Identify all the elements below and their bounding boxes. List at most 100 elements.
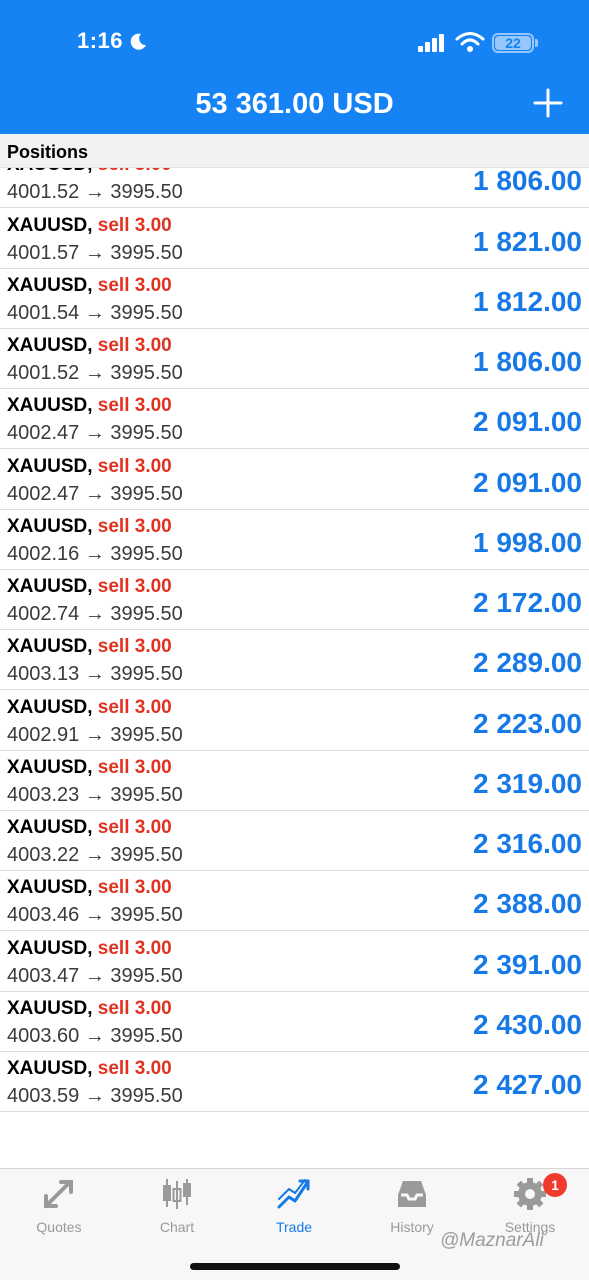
profit-value: 2 223.00 [473,708,582,739]
symbol: XAUUSD, [7,275,93,296]
position-row[interactable]: XAUUSD, sell 3.00 4002.91 → 3995.50 2 223.… [0,691,589,751]
profit-value: 2 427.00 [473,1069,582,1100]
positions-title: Positions [7,142,89,162]
profit-value: 2 316.00 [473,828,582,859]
symbol: XAUUSD, [7,576,93,597]
symbol: XAUUSD, [7,636,93,657]
trade-icon [277,1179,310,1209]
battery-level: 22 [495,36,531,50]
symbol: XAUUSD, [7,1058,93,1079]
trade-side: sell 3.00 [97,395,172,416]
position-row[interactable]: XAUUSD, sell 3.00 4002.74 → 3995.50 2 172.… [0,570,589,630]
position-row[interactable]: XAUUSD, sell 3.00 4002.47 → 3995.50 2 091.… [0,450,589,510]
symbol: XAUUSD, [7,877,93,898]
position-row[interactable]: XAUUSD, sell 3.00 4003.59 → 3995.50 2 427.… [0,1052,589,1112]
price-range: 4003.22 → 3995.50 [7,844,183,866]
position-row[interactable]: XAUUSD, sell 3.00 4002.47 → 3995.50 2 091.… [0,389,589,449]
chart-icon [163,1179,191,1209]
position-row[interactable]: XAUUSD, sell 3.00 4003.23 → 3995.50 2 319.… [0,751,589,811]
position-row[interactable]: XAUUSD, sell 3.00 4001.57 → 3995.50 1 821.… [0,209,589,269]
trade-side: sell 3.00 [97,877,172,898]
profit-value: 1 812.00 [473,286,582,317]
signal-icon [418,34,444,52]
tab-history[interactable]: History [353,1177,471,1237]
price-range: 4001.57 → 3995.50 [7,242,183,264]
watermark: @MaznarAli [440,1230,544,1251]
tab-quotes[interactable]: Quotes [0,1177,118,1237]
position-row[interactable]: XAUUSD, sell 3.00 4003.22 → 3995.50 2 316.… [0,811,589,871]
positions-list[interactable]: XAUUSD, sell 3.00 4001.52 → 3995.50 1 806.… [0,148,589,1168]
wifi-icon [455,32,485,52]
price-range: 4002.47 → 3995.50 [7,422,183,444]
price-range: 4002.91 → 3995.50 [7,724,183,746]
price-range: 4003.60 → 3995.50 [7,1025,183,1047]
price-range: 4002.16 → 3995.50 [7,543,183,565]
account-balance: 53 361.00 USD [195,88,394,120]
profit-value: 1 806.00 [473,346,582,377]
top-header: 1:16 22 53 361.00 USD [0,0,589,134]
profit-value: 2 319.00 [473,768,582,799]
price-range: 4002.47 → 3995.50 [7,483,183,505]
quotes-icon [44,1180,73,1208]
symbol: XAUUSD, [7,998,93,1019]
profit-value: 2 091.00 [473,406,582,437]
position-row[interactable]: XAUUSD, sell 3.00 4003.13 → 3995.50 2 289.… [0,630,589,690]
profit-value: 1 998.00 [473,527,582,558]
price-range: 4003.23 → 3995.50 [7,784,183,806]
tab-label: Trade [275,1219,313,1235]
profit-value: 1 806.00 [473,165,582,196]
profit-value: 2 388.00 [473,888,582,919]
price-range: 4001.54 → 3995.50 [7,302,183,324]
tab-trade[interactable]: Trade [235,1177,353,1237]
price-range: 4001.52 → 3995.50 [7,362,183,384]
trade-side: sell 3.00 [97,757,172,778]
notification-badge: 1 [543,1173,567,1197]
trade-side: sell 3.00 [97,636,172,657]
profit-value: 1 821.00 [473,226,582,257]
price-range: 4002.74 → 3995.50 [7,603,183,625]
position-row[interactable]: XAUUSD, sell 3.00 4003.47 → 3995.50 2 391.… [0,932,589,992]
trade-side: sell 3.00 [97,576,172,597]
profit-value: 2 289.00 [473,647,582,678]
trade-side: sell 3.00 [97,335,172,356]
tab-label: Quotes [36,1219,82,1235]
battery-icon: 22 [492,33,534,53]
positions-header: Positions [0,134,589,168]
price-range: 4003.59 → 3995.50 [7,1085,183,1107]
home-indicator [190,1263,400,1270]
position-row[interactable]: XAUUSD, sell 3.00 4001.54 → 3995.50 1 812.… [0,269,589,329]
trade-side: sell 3.00 [97,697,172,718]
trade-side: sell 3.00 [97,817,172,838]
trade-side: sell 3.00 [97,516,172,537]
position-row[interactable]: XAUUSD, sell 3.00 4003.46 → 3995.50 2 388.… [0,871,589,931]
symbol: XAUUSD, [7,516,93,537]
symbol: XAUUSD, [7,817,93,838]
moon-icon [130,33,146,50]
position-row[interactable]: XAUUSD, sell 3.00 4003.60 → 3995.50 2 430.… [0,992,589,1052]
add-order-button[interactable] [533,88,563,118]
profit-value: 2 391.00 [473,949,582,980]
profit-value: 2 091.00 [473,467,582,498]
profit-value: 2 172.00 [473,587,582,618]
trade-side: sell 3.00 [97,1058,172,1079]
symbol: XAUUSD, [7,757,93,778]
trade-side: sell 3.00 [97,215,172,236]
price-range: 4003.46 → 3995.50 [7,904,183,926]
trade-side: sell 3.00 [97,998,172,1019]
tab-settings[interactable]: 1 Settings [471,1173,589,1237]
price-range: 4001.52 → 3995.50 [7,181,183,203]
position-row[interactable]: XAUUSD, sell 3.00 4002.16 → 3995.50 1 998.… [0,510,589,570]
tab-chart[interactable]: Chart [118,1177,236,1237]
position-row[interactable]: XAUUSD, sell 3.00 4001.52 → 3995.50 1 806.… [0,329,589,389]
symbol: XAUUSD, [7,456,93,477]
price-range: 4003.13 → 3995.50 [7,663,183,685]
symbol: XAUUSD, [7,938,93,959]
price-range: 4003.47 → 3995.50 [7,965,183,987]
trade-side: sell 3.00 [97,938,172,959]
battery-tip [535,39,538,47]
trade-side: sell 3.00 [97,275,172,296]
symbol: XAUUSD, [7,697,93,718]
tab-label: Chart [159,1219,195,1235]
symbol: XAUUSD, [7,215,93,236]
symbol: XAUUSD, [7,335,93,356]
